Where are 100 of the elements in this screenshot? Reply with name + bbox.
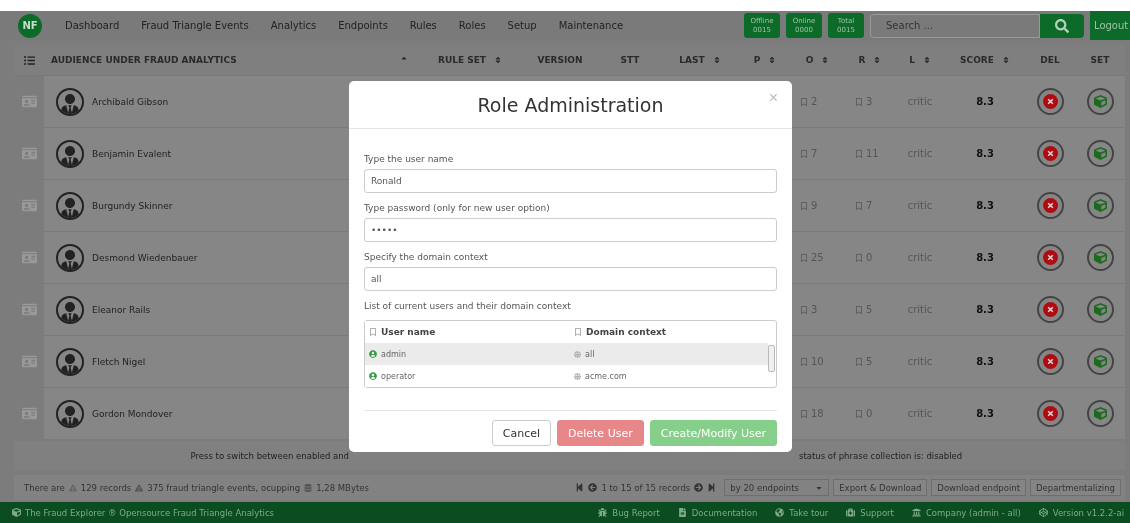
toolbar-button[interactable]: Download endpoint — [931, 479, 1026, 496]
sort-icon[interactable] — [1001, 56, 1010, 64]
footer-link[interactable]: Documentation — [677, 507, 758, 518]
nav-link[interactable]: Setup — [496, 20, 548, 31]
settings-button[interactable] — [1086, 88, 1114, 115]
pager-text: 1 to 15 of 15 records — [601, 482, 691, 493]
settings-button[interactable] — [1086, 348, 1114, 375]
list-icon[interactable] — [23, 54, 35, 66]
score-cell-text: 8.3 — [975, 96, 995, 107]
building-icon — [911, 508, 921, 517]
bookmark-icon — [800, 357, 808, 366]
cube-icon — [1093, 355, 1107, 368]
input-field[interactable]: Ronald — [364, 169, 777, 193]
column-header: P — [753, 55, 761, 65]
scrollbar[interactable] — [768, 345, 775, 372]
column-header: SCORE — [960, 55, 994, 65]
user-row[interactable]: admin all — [365, 343, 768, 365]
first-page-icon[interactable] — [575, 483, 585, 492]
nav-link[interactable]: Rules — [398, 20, 448, 31]
column-header: SET — [1090, 55, 1110, 65]
sort-icon[interactable] — [821, 56, 830, 64]
settings-button[interactable] — [1086, 244, 1114, 271]
input-field[interactable]: all — [364, 267, 777, 291]
settings-button[interactable] — [1086, 400, 1114, 427]
footer-link[interactable]: Company (admin - all) — [911, 507, 1021, 518]
close-icon — [1042, 354, 1058, 369]
delete-button[interactable] — [1036, 348, 1064, 375]
delete-button[interactable] — [1036, 192, 1064, 219]
bookmark-icon — [800, 149, 808, 158]
sort-icon[interactable] — [712, 56, 721, 64]
input-field[interactable]: ••••• — [364, 218, 777, 242]
column-header: RULE SET — [438, 55, 486, 65]
column-header: STT — [620, 55, 640, 65]
close-icon — [1042, 250, 1058, 265]
footer-link[interactable]: Take tour — [775, 507, 829, 518]
nav-link[interactable]: Roles — [447, 20, 497, 31]
sort-icon[interactable] — [922, 56, 931, 64]
nav-link[interactable]: Dashboard — [54, 20, 131, 31]
toolbar-button[interactable]: Departmentalizing — [1030, 479, 1121, 496]
footer-link[interactable]: Support — [846, 507, 894, 518]
close-icon — [1042, 198, 1058, 213]
column-header: L — [909, 55, 915, 65]
column-header: DEL — [1040, 55, 1060, 65]
status-text: 375 fraud triangle events, ocupping — [147, 482, 301, 493]
delete-user-button[interactable]: Delete User — [557, 420, 644, 446]
bookmark-icon — [855, 357, 863, 366]
previous-page-icon[interactable] — [588, 483, 598, 492]
score-cell-text: 8.3 — [975, 148, 995, 159]
settings-button[interactable] — [1086, 192, 1114, 219]
delete-button[interactable] — [1036, 88, 1064, 115]
nav-link[interactable]: Fraud Triangle Events — [130, 20, 260, 31]
cube-icon — [1093, 147, 1107, 160]
delete-button[interactable] — [1036, 400, 1064, 427]
score-cell-text: 8.3 — [975, 408, 995, 419]
endpoint-name[interactable]: Desmond Wiedenbauer — [92, 252, 198, 263]
endpoint-name[interactable]: Fletch Nigel — [92, 356, 146, 367]
cube-icon — [1093, 251, 1107, 264]
settings-button[interactable] — [1086, 296, 1114, 323]
sort-icon[interactable] — [494, 56, 502, 64]
cancel-button[interactable]: Cancel — [491, 420, 551, 446]
bookmark-icon — [574, 328, 582, 336]
per-page-select[interactable]: by 20 endpoints — [724, 479, 830, 496]
hint-text: status of phrase collection is: disabled — [799, 450, 963, 461]
settings-button[interactable] — [1086, 140, 1114, 167]
avatar-icon — [56, 399, 84, 428]
endpoint-name[interactable]: Benjamin Evalent — [92, 148, 172, 159]
nav-link[interactable]: Endpoints — [327, 20, 399, 31]
delete-button[interactable] — [1036, 296, 1064, 323]
score-cell-text: 8.3 — [975, 252, 995, 263]
bug-icon — [598, 508, 608, 517]
endpoint-name[interactable]: Burgundy Skinner — [92, 200, 173, 211]
endpoint-name[interactable]: Archibald Gibson — [92, 96, 169, 107]
avatar-icon — [56, 139, 84, 168]
footer-link[interactable]: Version v1.2.2-ai — [1038, 507, 1124, 518]
footer-link[interactable]: Bug Report — [598, 507, 660, 518]
status-text: There are — [24, 482, 65, 493]
close-icon — [1042, 302, 1058, 317]
delete-button[interactable] — [1036, 244, 1064, 271]
sort-icon[interactable] — [873, 56, 882, 64]
avatar-icon — [56, 87, 84, 116]
score-cell-text: 8.3 — [975, 304, 995, 315]
search-button[interactable] — [1040, 13, 1084, 38]
cube-icon — [1093, 199, 1107, 212]
toolbar-button[interactable]: Export & Download — [833, 479, 928, 496]
field-label: Type password (only for new user option) — [364, 203, 551, 213]
column-header: O — [805, 55, 814, 65]
endpoint-name[interactable]: Eleanor Rails — [92, 304, 151, 315]
search-field[interactable]: Search ... — [870, 13, 1040, 38]
last-page-icon[interactable] — [707, 483, 717, 492]
dialog-title: Role Administration — [477, 93, 664, 116]
delete-button[interactable] — [1036, 140, 1064, 167]
logout-button[interactable]: Logout — [1090, 11, 1130, 40]
logo[interactable]: NF — [18, 13, 42, 38]
nav-link[interactable]: Maintenance — [547, 20, 635, 31]
column-header: Domain context — [570, 327, 768, 337]
nav-link[interactable]: Analytics — [259, 20, 328, 31]
endpoint-name[interactable]: Gordon Mondover — [92, 408, 173, 419]
globe-icon — [574, 350, 581, 358]
sort-icon[interactable] — [768, 56, 777, 64]
next-page-icon[interactable] — [694, 483, 704, 492]
